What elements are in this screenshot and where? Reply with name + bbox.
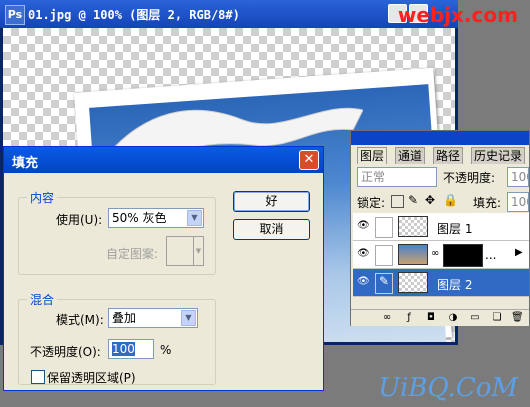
- tab-channels[interactable]: 通道: [395, 147, 426, 164]
- layer-name: ...: [485, 248, 497, 262]
- new-group-icon[interactable]: ▭: [469, 312, 481, 324]
- opacity-value: 100: [112, 342, 135, 356]
- link-slot[interactable]: [375, 217, 393, 238]
- preserve-transparency-checkbox[interactable]: [31, 370, 45, 384]
- adjustment-layer-icon[interactable]: ◑: [447, 312, 459, 324]
- tab-history[interactable]: 历史记录: [471, 147, 526, 164]
- opacity-input[interactable]: 100: [108, 339, 154, 359]
- watermark-bottom: UiBQ.CoM: [378, 373, 518, 403]
- blend-mode-select[interactable]: 正常: [357, 167, 437, 187]
- layer-row[interactable]: 👁 ∞ ... ▶: [353, 241, 529, 269]
- layer-style-icon[interactable]: ƒ: [403, 312, 415, 324]
- lock-all-icon[interactable]: 🔒: [443, 193, 458, 207]
- lock-brush-icon[interactable]: ✎: [408, 193, 418, 207]
- chevron-down-icon: ▼: [181, 310, 196, 326]
- lock-transparency-icon[interactable]: [391, 195, 404, 208]
- chevron-down-icon: ▼: [187, 210, 202, 226]
- layer-fill-input[interactable]: 100: [507, 192, 529, 212]
- dialog-title-bar[interactable]: 填充 ✕: [4, 147, 323, 173]
- fill-label: 填充:: [473, 196, 502, 210]
- layer-thumbnail: [398, 272, 428, 293]
- layers-panel-toolbar: ∞ ƒ ◘ ◑ ▭ ❏ 🗑: [351, 309, 529, 326]
- tab-paths[interactable]: 路径: [433, 147, 464, 164]
- use-select-value: 50% 灰色: [112, 211, 167, 225]
- tab-layers[interactable]: 图层: [357, 147, 388, 164]
- layer-opacity-label: 不透明度:: [443, 171, 496, 185]
- document-title: 01.jpg @ 100% (图层 2, RGB/8#): [28, 8, 240, 22]
- opacity-label: 不透明度(O):: [30, 345, 101, 359]
- cancel-button[interactable]: 取消: [233, 219, 310, 240]
- watermark-top: webjx.com: [397, 3, 518, 27]
- preserve-transparency-label: 保留透明区域(P): [47, 371, 136, 385]
- layer-row-selected[interactable]: 👁 ✎ 图层 2: [353, 269, 529, 297]
- link-layers-icon[interactable]: ∞: [381, 312, 393, 324]
- blend-mode-value: 正常: [361, 170, 386, 184]
- layer-opacity-input[interactable]: 100: [507, 167, 529, 187]
- opacity-unit: %: [160, 343, 172, 357]
- link-slot[interactable]: [375, 245, 393, 266]
- dialog-title: 填充: [12, 156, 39, 171]
- mode-label: 模式(M):: [56, 313, 104, 327]
- close-button[interactable]: ✕: [299, 150, 319, 170]
- expand-arrow-icon[interactable]: ▶: [515, 247, 523, 258]
- layer-mask-thumbnail[interactable]: [443, 244, 483, 267]
- use-select[interactable]: 50% 灰色 ▼: [108, 208, 204, 228]
- fill-dialog: 填充 ✕ 内容 使用(U): 50% 灰色 ▼ 自定图案: ▼ 混合 模式(M)…: [3, 146, 324, 391]
- photo-layer-thumbnail: [398, 244, 428, 265]
- ok-button[interactable]: 好: [233, 191, 310, 212]
- visibility-eye-icon[interactable]: 👁: [357, 248, 370, 260]
- layer-row[interactable]: 👁 图层 1: [353, 213, 529, 241]
- chevron-down-icon: ▼: [193, 237, 203, 265]
- blend-group-label: 混合: [30, 293, 55, 307]
- brush-icon[interactable]: ✎: [375, 273, 393, 294]
- layers-panel-titlebar[interactable]: [351, 131, 529, 145]
- layer-thumbnail: [398, 216, 428, 237]
- pattern-picker[interactable]: ▼: [166, 236, 204, 266]
- mode-select[interactable]: 叠加 ▼: [108, 308, 198, 328]
- chain-link-icon: ∞: [431, 248, 440, 259]
- lock-label: 锁定:: [357, 196, 386, 210]
- layers-panel: 图层 通道 路径 历史记录 正常 不透明度: 100 锁定: ✎ ✥ 🔒 填充:…: [350, 130, 530, 326]
- content-group-label: 内容: [30, 191, 55, 205]
- photoshop-icon: Ps: [5, 5, 25, 25]
- layer-name: 图层 1: [437, 222, 473, 236]
- layer-name: 图层 2: [437, 278, 473, 292]
- new-layer-icon[interactable]: ❏: [491, 312, 503, 324]
- use-label: 使用(U):: [56, 213, 103, 227]
- mode-select-value: 叠加: [112, 311, 137, 325]
- visibility-eye-icon[interactable]: 👁: [357, 276, 370, 288]
- add-mask-icon[interactable]: ◘: [425, 312, 437, 324]
- pattern-label: 自定图案:: [106, 247, 159, 261]
- lock-move-icon[interactable]: ✥: [425, 193, 435, 207]
- document-title-bar[interactable]: Ps 01.jpg @ 100% (图层 2, RGB/8#): [0, 0, 458, 28]
- delete-layer-icon[interactable]: 🗑: [511, 312, 524, 324]
- visibility-eye-icon[interactable]: 👁: [357, 220, 370, 232]
